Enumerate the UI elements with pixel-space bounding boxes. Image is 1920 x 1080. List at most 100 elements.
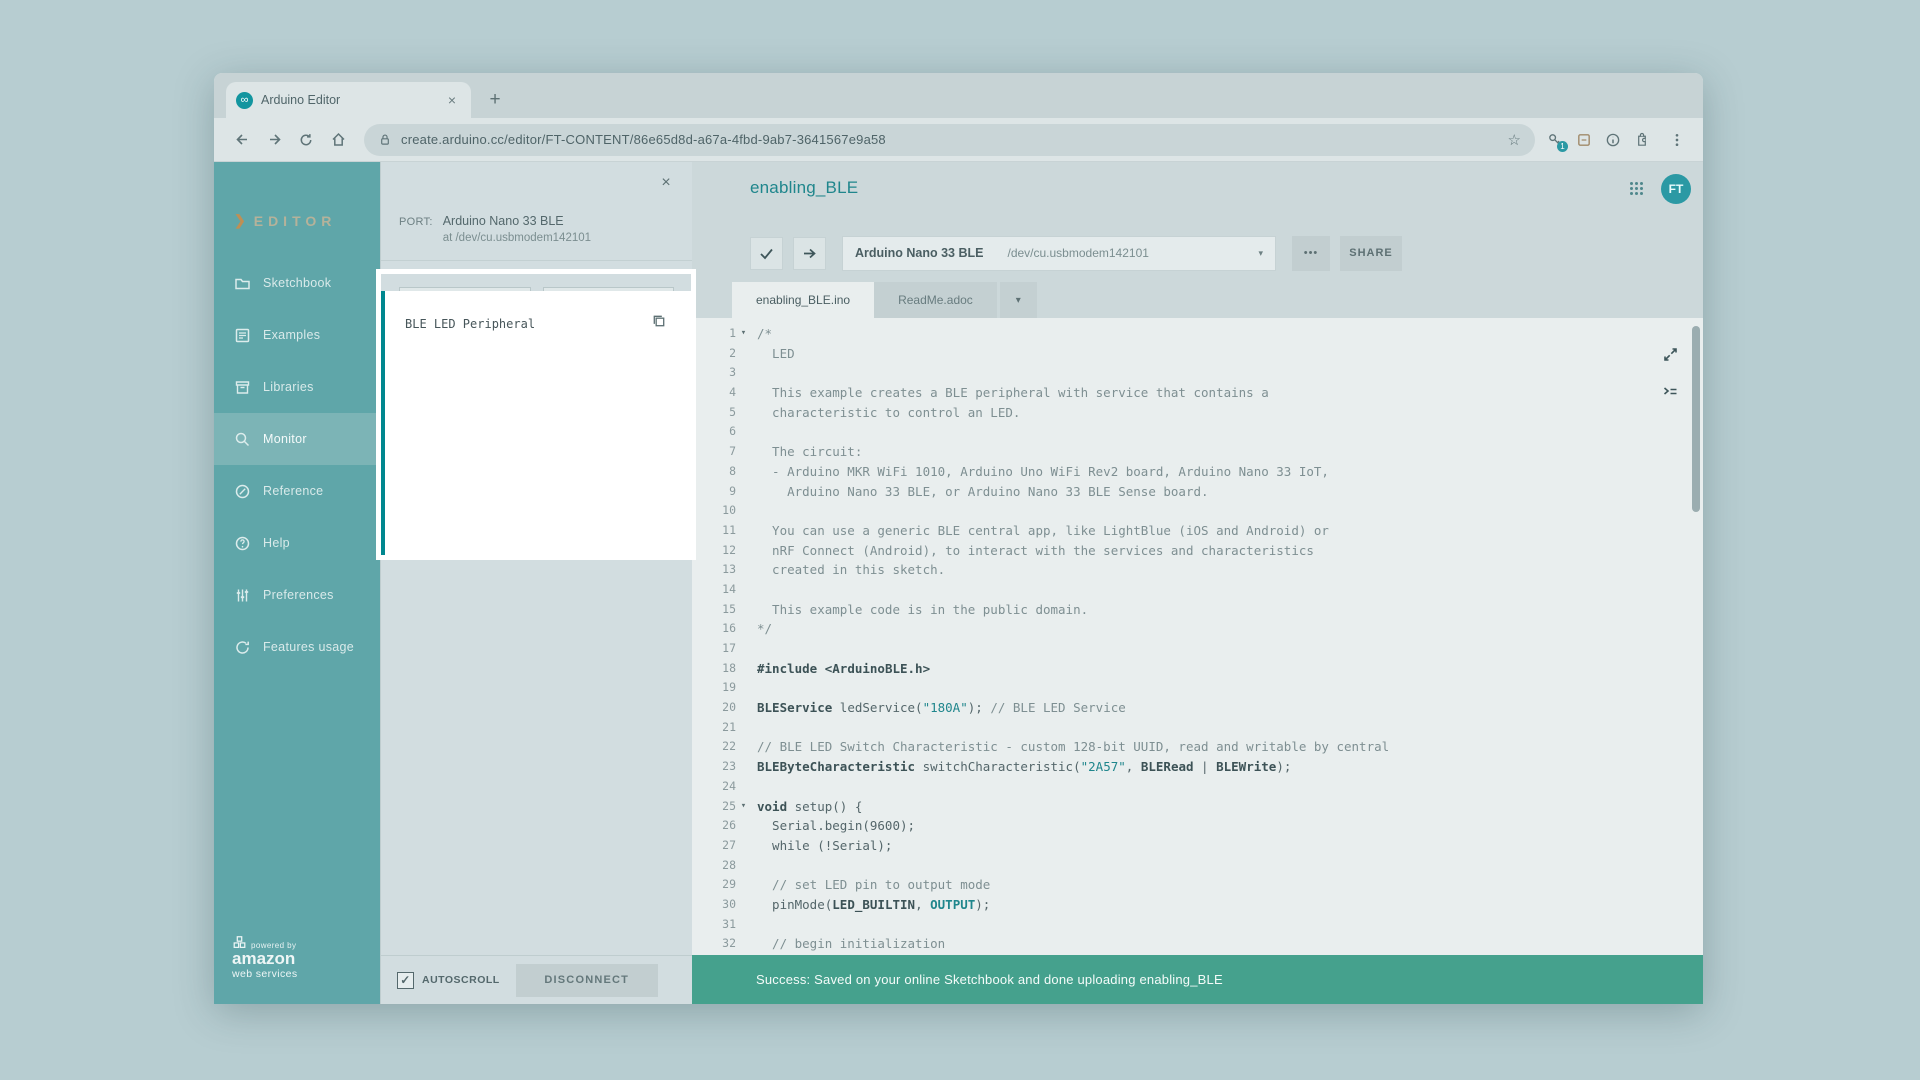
help-icon [234,535,251,552]
gutter-line: 22 [692,737,751,757]
upload-button[interactable] [793,237,826,270]
board-selector[interactable]: Arduino Nano 33 BLE /dev/cu.usbmodem1421… [842,236,1276,271]
monitor-footer: ✓ AUTOSCROLL DISCONNECT [381,955,692,1004]
back-icon[interactable] [228,126,256,154]
gutter-line: 30 [692,895,751,915]
reload-icon[interactable] [292,126,320,154]
sidebar-menu: Sketchbook Examples Libraries Monitor Re… [214,257,380,673]
file-tabs: enabling_BLE.ino ReadMe.adoc ▾ [692,280,1703,318]
port-info: PORT: Arduino Nano 33 BLE at /dev/cu.usb… [381,162,692,261]
more-options-button[interactable]: ••• [1292,236,1330,271]
sidebar-item-label: Reference [263,484,323,498]
sidebar-item-label: Examples [263,328,320,342]
console-icon[interactable] [1662,383,1679,400]
forward-icon[interactable] [260,126,288,154]
code-line: void setup() { [757,797,1703,817]
puzzle-extensions-icon[interactable] [1634,132,1650,148]
tabs-dropdown-button[interactable]: ▾ [1000,282,1037,318]
apps-grid-icon[interactable] [1628,180,1645,197]
code-line: */ [757,619,1703,639]
verify-button[interactable] [750,237,783,270]
code-line: BLEByteCharacteristic switchCharacterist… [757,757,1703,777]
code-line: - Arduino MKR WiFi 1010, Arduino Uno WiF… [757,462,1703,482]
password-manager-icon[interactable]: 1 [1547,132,1563,148]
tab-close-icon[interactable]: × [443,92,461,108]
code-line: characteristic to control an LED. [757,403,1703,423]
gutter-line: 23 [692,757,751,777]
gutter-line: 29 [692,875,751,895]
extension-icon[interactable] [1576,132,1592,148]
code-line: #include <ArduinoBLE.h> [757,659,1703,679]
gutter-line: 21 [692,718,751,738]
sidebar-item-examples[interactable]: Examples [214,309,380,361]
code-line: BLEService ledService("180A"); // BLE LE… [757,698,1703,718]
gutter-line: 26 [692,816,751,836]
sidebar-item-monitor[interactable]: Monitor [214,413,380,465]
code-line: The circuit: [757,442,1703,462]
avatar[interactable]: FT [1661,174,1691,204]
kebab-menu-icon[interactable] [1669,132,1685,148]
scrollbar-thumb[interactable] [1692,326,1700,512]
monitor-icon [234,431,251,448]
gutter-line: 11 [692,521,751,541]
autoscroll-checkbox[interactable]: ✓ [397,972,414,989]
disconnect-button[interactable]: DISCONNECT [516,964,658,997]
share-button[interactable]: SHARE [1340,236,1402,271]
notification-badge: 1 [1557,141,1568,152]
code-line [757,678,1703,698]
gutter-line: 27 [692,836,751,856]
info-icon[interactable] [1605,132,1621,148]
editor-header: enabling_BLE FT [692,162,1703,226]
fullscreen-icon[interactable] [1662,346,1679,363]
gutter-line: 12 [692,541,751,561]
bookmark-star-icon[interactable]: ☆ [1508,131,1521,149]
code-line [757,718,1703,738]
tab-readme-adoc[interactable]: ReadMe.adoc [874,282,997,318]
sidebar-item-label: Libraries [263,380,314,394]
sidebar-item-label: Features usage [263,640,354,654]
gutter-line: 13 [692,560,751,580]
spotlight-highlight: BLE LED Peripheral [376,269,696,560]
autoscroll-toggle[interactable]: ✓ AUTOSCROLL [397,972,500,989]
sidebar-item-label: Preferences [263,588,334,602]
address-bar[interactable]: create.arduino.cc/editor/FT-CONTENT/86e6… [364,124,1535,156]
code-line [757,639,1703,659]
browser-tab-title: Arduino Editor [261,93,435,107]
gutter-line: 8 [692,462,751,482]
copy-icon[interactable] [651,313,667,329]
sidebar-item-label: Help [263,536,290,550]
aws-logo: powered by amazon web services [232,935,298,980]
sidebar-item-label: Sketchbook [263,276,331,290]
serial-output: BLE LED Peripheral [381,291,691,555]
tab-sketch-ino[interactable]: enabling_BLE.ino [732,282,874,318]
folder-icon [234,275,251,292]
sidebar-item-label: Monitor [263,432,307,446]
sidebar-item-help[interactable]: Help [214,517,380,569]
sidebar-item-features-usage[interactable]: Features usage [214,621,380,673]
sidebar-item-preferences[interactable]: Preferences [214,569,380,621]
code-line: // BLE LED Switch Characteristic - custo… [757,737,1703,757]
code-area: 1▾23456789101112131415161718192021222324… [692,318,1703,955]
home-icon[interactable] [324,126,352,154]
preferences-icon [234,587,251,604]
close-monitor-icon[interactable]: × [656,174,676,192]
examples-icon [234,327,251,344]
browser-tab-strip: ∞ Arduino Editor × + [214,73,1703,118]
code-line [757,915,1703,935]
code-line [757,580,1703,600]
browser-window: ∞ Arduino Editor × + create.arduino.cc/e… [214,73,1703,1004]
gutter-line: 17 [692,639,751,659]
sidebar-item-libraries[interactable]: Libraries [214,361,380,413]
gutter-line: 7 [692,442,751,462]
code-editor[interactable]: /* LED This example creates a BLE periph… [751,324,1703,955]
serial-output-text: BLE LED Peripheral [405,317,535,331]
sidebar-item-sketchbook[interactable]: Sketchbook [214,257,380,309]
gutter-line: 32 [692,934,751,954]
sidebar-item-reference[interactable]: Reference [214,465,380,517]
code-line [757,363,1703,383]
gutter-line: 31 [692,915,751,935]
gutter-line: 10 [692,501,751,521]
new-tab-button[interactable]: + [482,87,508,113]
code-line: Arduino Nano 33 BLE, or Arduino Nano 33 … [757,482,1703,502]
browser-tab[interactable]: ∞ Arduino Editor × [226,82,471,118]
